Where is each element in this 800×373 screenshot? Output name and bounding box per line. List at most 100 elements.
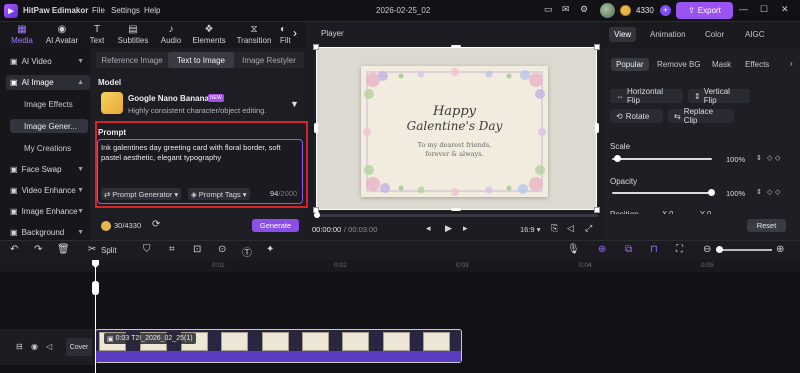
- playhead-marker[interactable]: [92, 281, 99, 295]
- maximize-icon[interactable]: ☐: [760, 4, 773, 17]
- tab-aigc[interactable]: AIGC: [745, 30, 765, 39]
- zoom-in-icon[interactable]: ⊕: [776, 244, 784, 255]
- sidebar-item-face-swap[interactable]: ▣ Face Swap ▼: [6, 162, 90, 177]
- reset-button[interactable]: Reset: [747, 219, 786, 232]
- freeze-frame-icon[interactable]: ⊡: [193, 244, 201, 255]
- magnet-icon[interactable]: ⊓: [650, 244, 658, 255]
- resize-handle[interactable]: [451, 208, 461, 211]
- lock-icon[interactable]: ⊟: [16, 342, 23, 351]
- minimize-icon[interactable]: —: [739, 4, 752, 17]
- export-button[interactable]: ⇪ Export: [676, 2, 733, 19]
- tab-text[interactable]: T Text: [86, 22, 108, 48]
- prompt-generator-button[interactable]: ⇄ Prompt Generator ▾: [101, 188, 182, 200]
- tab-view[interactable]: View: [609, 27, 637, 42]
- rotate-button[interactable]: ⟲ Rotate: [610, 109, 663, 123]
- aspect-ratio-select[interactable]: 16:9 ▾: [520, 225, 540, 234]
- tab-elements[interactable]: ❖ Elements: [191, 22, 227, 48]
- menu-settings[interactable]: Settings: [111, 6, 140, 15]
- zoom-slider-thumb[interactable]: [716, 246, 723, 253]
- sidebar-item-image-enhance[interactable]: ▣ Image Enhance ▼: [6, 204, 90, 219]
- zoom-fit-icon[interactable]: ⛶: [676, 244, 683, 255]
- keyframe-icon[interactable]: ◇: [767, 188, 772, 196]
- keyframe-icon[interactable]: ◇: [767, 154, 772, 162]
- text-icon[interactable]: Ⓣ: [242, 244, 252, 259]
- snapshot-icon[interactable]: ⎘: [551, 223, 558, 234]
- tab-media[interactable]: ▦ Media: [8, 22, 36, 48]
- cover-button[interactable]: Cover: [66, 338, 92, 356]
- sidebar-item-image-effects[interactable]: Image Effects: [10, 97, 88, 111]
- shield-icon[interactable]: ⛉: [143, 244, 151, 255]
- scale-slider-thumb[interactable]: [614, 155, 621, 162]
- tab-audio[interactable]: ♪ Audio: [157, 22, 185, 48]
- generate-button[interactable]: Generate: [252, 219, 299, 232]
- split-icon[interactable]: ✂: [88, 244, 96, 255]
- resize-handle[interactable]: [451, 45, 461, 48]
- opacity-value[interactable]: 100%: [726, 189, 745, 198]
- subtab-remove-bg[interactable]: Remove BG: [652, 58, 706, 71]
- keyframe-icon[interactable]: ◇: [775, 154, 780, 162]
- redo-icon[interactable]: ↷: [34, 244, 42, 255]
- refresh-icon[interactable]: ⟳: [152, 219, 160, 230]
- tab-animation[interactable]: Animation: [650, 30, 686, 39]
- menu-file[interactable]: File: [92, 6, 105, 15]
- replace-clip-button[interactable]: ⇆ Replace Clip: [668, 107, 734, 125]
- close-icon[interactable]: ✕: [781, 4, 794, 17]
- visibility-icon[interactable]: ◉: [31, 342, 38, 351]
- avatar[interactable]: [600, 3, 615, 18]
- snap-icon[interactable]: ⊕: [598, 244, 606, 255]
- scale-value[interactable]: 100%: [726, 155, 745, 164]
- opacity-slider-thumb[interactable]: [708, 189, 715, 196]
- prompt-tags-button[interactable]: ◈ Prompt Tags ▾: [188, 188, 250, 200]
- timeline-ruler[interactable]: [95, 260, 800, 272]
- tab-image-restyler[interactable]: Image Restyler: [236, 52, 302, 68]
- chat-icon[interactable]: ✉: [562, 4, 575, 17]
- resize-handle[interactable]: [595, 123, 599, 133]
- chevron-down-icon[interactable]: ▼: [290, 99, 299, 109]
- scroll-right-icon[interactable]: ›: [293, 26, 297, 40]
- sidebar-item-my-creations[interactable]: My Creations: [10, 141, 88, 155]
- stepper-icon[interactable]: ⇕: [756, 188, 762, 196]
- microphone-icon[interactable]: 🎙: [567, 244, 580, 255]
- tab-filters[interactable]: ◐ Filt: [280, 22, 294, 48]
- opacity-slider[interactable]: [612, 192, 712, 194]
- undo-icon[interactable]: ↶: [10, 244, 18, 255]
- resize-handle[interactable]: [594, 44, 600, 50]
- link-icon[interactable]: ⧉: [625, 244, 632, 255]
- previous-frame-icon[interactable]: ◂: [426, 223, 431, 234]
- playback-progress-bar[interactable]: [314, 214, 598, 217]
- resize-handle[interactable]: [594, 207, 600, 213]
- menu-help[interactable]: Help: [144, 6, 160, 15]
- chevron-right-icon[interactable]: ›: [790, 59, 793, 68]
- stepper-icon[interactable]: ⇕: [756, 154, 762, 162]
- settings-icon[interactable]: ⚙: [580, 4, 593, 17]
- playhead[interactable]: [95, 260, 96, 373]
- horizontal-flip-button[interactable]: ⇔ Horizontal Flip: [610, 87, 683, 105]
- tab-color[interactable]: Color: [705, 30, 724, 39]
- screen-icon[interactable]: ▭: [544, 4, 557, 17]
- sidebar-item-video-enhance[interactable]: ▣ Video Enhance ▼: [6, 183, 90, 198]
- zoom-out-icon[interactable]: ⊖: [703, 244, 711, 255]
- sidebar-item-ai-image[interactable]: ▣ AI Image ▲: [6, 75, 90, 90]
- next-frame-icon[interactable]: ▸: [463, 223, 468, 234]
- fullscreen-icon[interactable]: ⤢: [585, 223, 592, 234]
- split-button[interactable]: Split: [101, 246, 117, 255]
- subtab-effects[interactable]: Effects: [740, 58, 774, 71]
- tab-reference-image[interactable]: Reference Image: [98, 52, 166, 68]
- keyframe-icon[interactable]: ◇: [775, 188, 780, 196]
- tab-ai-avatar[interactable]: ◉ AI Avatar: [42, 22, 82, 48]
- speed-icon[interactable]: ⊙: [218, 244, 226, 255]
- sidebar-item-image-generator[interactable]: Image Gener...: [10, 119, 88, 133]
- vertical-flip-button[interactable]: ⇕ Vertical Flip: [688, 87, 750, 105]
- sidebar-item-ai-video[interactable]: ▣ AI Video ▼: [6, 54, 90, 69]
- tab-subtitles[interactable]: ▤ Subtitles: [114, 22, 152, 48]
- sidebar-item-background[interactable]: ▣ Background ▼: [6, 225, 90, 240]
- crop-icon[interactable]: ⌗: [169, 244, 175, 255]
- add-credits-icon[interactable]: +: [660, 5, 671, 16]
- ai-icon[interactable]: ✦: [266, 244, 274, 255]
- resize-handle[interactable]: [313, 44, 319, 50]
- prompt-text[interactable]: Ink galentines day greeting card with fl…: [101, 143, 299, 163]
- scale-slider[interactable]: [612, 158, 712, 160]
- volume-icon[interactable]: ◁: [567, 223, 574, 234]
- tab-transition[interactable]: ⧖ Transition: [234, 22, 274, 48]
- delete-icon[interactable]: 🗑: [57, 244, 70, 255]
